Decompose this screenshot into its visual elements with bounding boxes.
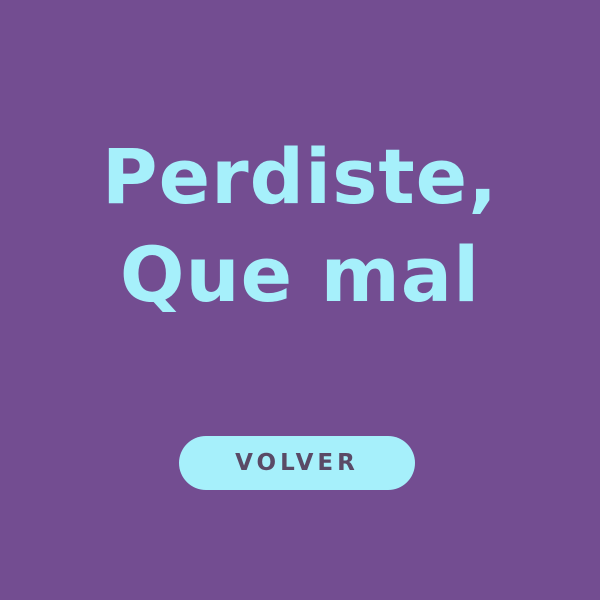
- back-button[interactable]: VOLVER: [179, 436, 415, 490]
- message-line-1: Perdiste,: [101, 132, 499, 221]
- message-line-2: Que mal: [119, 230, 481, 319]
- game-over-message: Perdiste, Que mal: [0, 128, 600, 324]
- game-over-screen: Perdiste, Que mal VOLVER: [0, 0, 600, 600]
